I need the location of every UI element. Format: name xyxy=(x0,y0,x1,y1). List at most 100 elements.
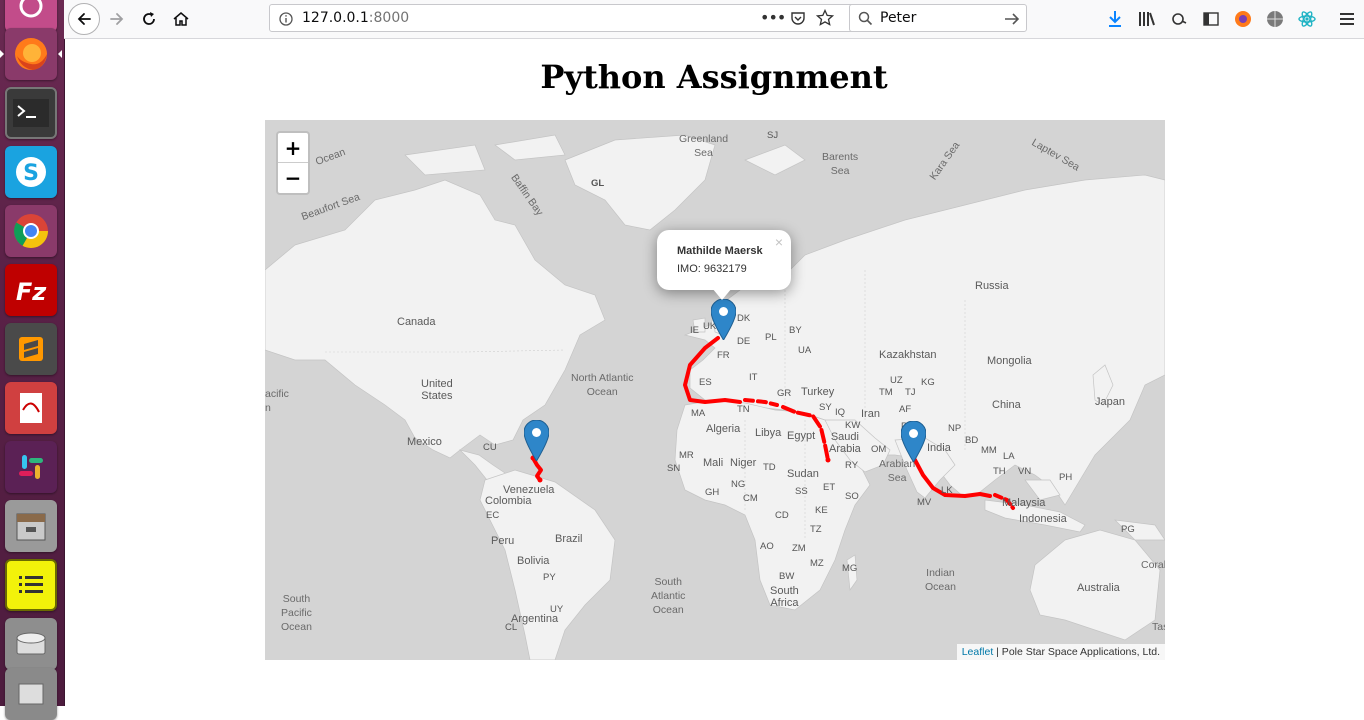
map-label-so: SO xyxy=(845,491,859,502)
popup-close-button[interactable]: × xyxy=(775,234,783,250)
info-icon[interactable] xyxy=(279,11,293,30)
chrome-launcher-icon[interactable] xyxy=(5,205,57,257)
map-label-sj: SJ xyxy=(767,130,779,141)
map-label-ph: PH xyxy=(1059,472,1073,483)
map-label-bw: BW xyxy=(779,571,795,582)
world-map[interactable]: Greenland Sea SJ Barents Sea Kara Sea La… xyxy=(265,120,1165,660)
map-label-mv: MV xyxy=(917,497,932,508)
search-bar[interactable]: Peter xyxy=(849,4,1027,32)
menu-icon[interactable] xyxy=(1336,8,1358,30)
document-viewer-launcher-icon[interactable] xyxy=(5,382,57,434)
filezilla-launcher-icon[interactable]: Fz xyxy=(5,264,57,316)
sublime-launcher-icon[interactable] xyxy=(5,323,57,375)
pocket-icon[interactable] xyxy=(790,10,806,30)
react-devtools-icon[interactable] xyxy=(1296,8,1318,30)
map-label-russia: Russia xyxy=(975,280,1009,292)
ship-popup: × Mathilde Maersk IMO: 9632179 xyxy=(657,230,791,300)
ship-marker-arabian-sea[interactable] xyxy=(900,420,927,463)
archive-manager-launcher-icon[interactable] xyxy=(5,500,57,552)
map-label-tm: TM xyxy=(879,387,893,398)
map-label-td: TD xyxy=(763,462,776,473)
map-label-coral: Coral xyxy=(1141,559,1165,571)
bookmark-star-icon[interactable] xyxy=(815,8,835,31)
skype-launcher-icon[interactable]: S xyxy=(5,146,57,198)
map-label-ec: EC xyxy=(486,510,500,521)
map-label-south-africa: South Africa xyxy=(770,585,799,609)
firefox-extension-icon[interactable] xyxy=(1232,8,1254,30)
search-go-icon[interactable] xyxy=(1004,11,1020,31)
map-label-indonesia: Indonesia xyxy=(1019,513,1067,525)
map-label-cd: CD xyxy=(775,510,789,521)
map-label-ry: RY xyxy=(845,460,859,471)
ship-marker-caribbean[interactable] xyxy=(523,419,550,462)
ship-marker-europe[interactable] xyxy=(710,298,737,341)
map-label-pl: PL xyxy=(765,332,777,343)
map-label-egypt: Egypt xyxy=(787,430,816,442)
map-label-es: ES xyxy=(699,377,712,388)
terminal-launcher-icon[interactable] xyxy=(5,87,57,139)
back-button[interactable] xyxy=(68,3,100,35)
map-label-kg: KG xyxy=(921,377,935,388)
map-label-indian-ocean: Indian Ocean xyxy=(925,567,956,593)
page-actions-icon[interactable]: ••• xyxy=(760,8,786,27)
page-title: Python Assignment xyxy=(540,58,888,96)
map-label-australia: Australia xyxy=(1077,582,1120,594)
map-label-tas: Tas xyxy=(1152,621,1165,633)
map-label-tz: TZ xyxy=(810,524,822,535)
map-label-tj: TJ xyxy=(905,387,916,398)
sidebar-icon[interactable] xyxy=(1200,8,1222,30)
map-label-mz: MZ xyxy=(810,558,824,569)
map-label-india: India xyxy=(927,442,951,454)
map-label-ma: MA xyxy=(691,408,706,419)
firefox-launcher-icon[interactable] xyxy=(5,28,57,80)
svg-text:S: S xyxy=(23,161,39,186)
map-label-argentina: Argentina xyxy=(511,613,559,625)
browser-toolbar: 127.0.0.1:8000 ••• Peter xyxy=(64,0,1364,39)
map-label-tn: TN xyxy=(737,404,750,415)
zoom-out-button[interactable]: − xyxy=(278,163,308,193)
map-label-peru: Peru xyxy=(491,535,515,547)
extension-globe-icon[interactable] xyxy=(1264,8,1286,30)
map-label-ng: NG xyxy=(731,479,746,490)
map-label-japan: Japan xyxy=(1095,396,1125,408)
map-label-om: OM xyxy=(871,444,887,455)
map-label-it: IT xyxy=(749,372,758,383)
map-label-mexico: Mexico xyxy=(407,436,442,448)
map-label-sudan: Sudan xyxy=(787,468,819,480)
library-icon[interactable] xyxy=(1136,8,1158,30)
url-text[interactable]: 127.0.0.1:8000 xyxy=(302,10,409,26)
sync-icon[interactable] xyxy=(1168,8,1190,30)
zoom-in-button[interactable]: + xyxy=(278,133,308,163)
map-label-de: DE xyxy=(737,336,751,347)
map-label-sy: SY xyxy=(819,402,832,413)
notes-launcher-icon[interactable] xyxy=(5,559,57,611)
map-label-af: AF xyxy=(899,404,912,415)
map-label-niger: Niger xyxy=(730,457,757,469)
map-label-iran: Iran xyxy=(861,408,880,420)
map-label-gr: GR xyxy=(777,388,792,399)
search-input[interactable]: Peter xyxy=(880,10,916,26)
home-button[interactable] xyxy=(166,4,196,34)
map-label-iq: IQ xyxy=(835,407,846,418)
trash-launcher-icon[interactable] xyxy=(5,668,57,720)
map-label-algeria: Algeria xyxy=(706,423,741,435)
svg-text:Fz: Fz xyxy=(16,278,47,306)
map-label-kazakhstan: Kazakhstan xyxy=(879,349,937,361)
map-label-mr: MR xyxy=(679,450,694,461)
disk-launcher-icon[interactable] xyxy=(5,618,57,670)
downloads-icon[interactable] xyxy=(1104,8,1126,30)
url-bar[interactable]: 127.0.0.1:8000 ••• xyxy=(269,4,903,32)
map-label-ke: KE xyxy=(815,505,828,516)
map-label-south-pacific: South Pacific Ocean xyxy=(281,593,312,633)
map-label-malaysia: Malaysia xyxy=(1002,497,1046,509)
reload-button[interactable] xyxy=(134,4,164,34)
map-label-china: China xyxy=(992,399,1021,411)
map-label-mongolia: Mongolia xyxy=(987,355,1032,367)
slack-launcher-icon[interactable] xyxy=(5,441,57,493)
forward-button[interactable] xyxy=(102,4,132,34)
map-label-bolivia: Bolivia xyxy=(517,555,550,567)
leaflet-link[interactable]: Leaflet xyxy=(962,646,994,658)
map-label-np: NP xyxy=(948,423,962,434)
map-label-kw: KW xyxy=(845,420,861,431)
map-label-united-states: United States xyxy=(421,378,453,402)
